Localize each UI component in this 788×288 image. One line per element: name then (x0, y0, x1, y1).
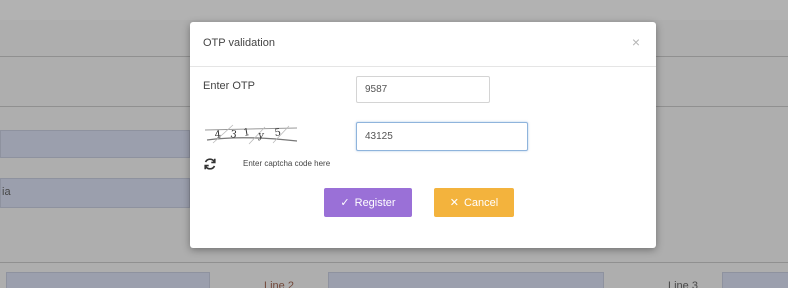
close-icon[interactable]: × (628, 34, 644, 50)
modal-header: OTP validation × (190, 22, 656, 67)
close-icon: ✕ (449, 197, 459, 209)
otp-label: Enter OTP (203, 80, 255, 92)
otp-input[interactable] (356, 76, 490, 103)
captcha-input[interactable] (356, 122, 528, 151)
cancel-button[interactable]: ✕ Cancel (434, 188, 514, 217)
svg-text:4: 4 (214, 129, 221, 141)
register-button[interactable]: ✓ Register (324, 188, 412, 217)
refresh-icon[interactable] (203, 157, 217, 171)
captcha-image: 4 3 1 y 5 (203, 121, 299, 147)
modal-title: OTP validation (203, 37, 275, 49)
otp-validation-dialog: OTP validation × Enter OTP 4 3 1 y 5 Ent… (190, 22, 656, 248)
register-label: Register (354, 196, 396, 209)
captcha-hint: Enter captcha code here (243, 159, 331, 168)
check-icon: ✓ (340, 197, 350, 209)
cancel-label: Cancel (463, 196, 499, 209)
